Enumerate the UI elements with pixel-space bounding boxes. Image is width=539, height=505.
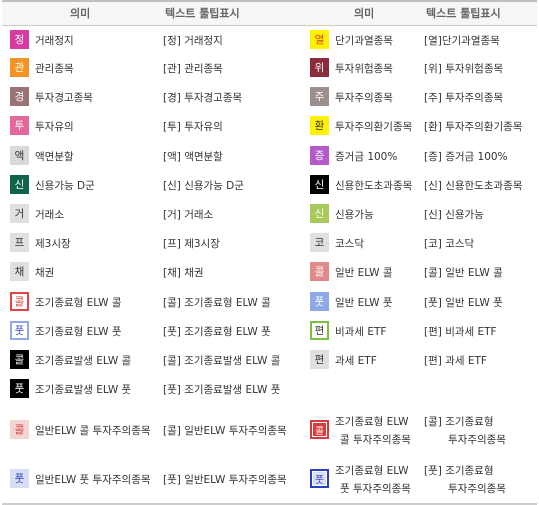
- badge-glyph: 콜: [313, 423, 326, 437]
- meaning-text: 관리종목: [35, 63, 74, 75]
- badge-right-6: 신: [310, 204, 329, 223]
- badge-left-9: 콜: [10, 292, 29, 311]
- badge-right-8: 콜: [310, 262, 329, 281]
- tooltip-text: [채] 채권: [163, 267, 204, 279]
- tooltip-text: [신] 신용가능: [424, 209, 484, 221]
- badge-left-6: 거: [10, 204, 29, 223]
- tooltip-text: [신] 신용한도초과종목: [424, 180, 523, 192]
- tooltip-text: [주] 투자주의종목: [424, 92, 504, 104]
- tooltip-text: [편] 과세 ETF: [424, 355, 487, 367]
- badge-left-13: 콜: [10, 420, 29, 439]
- meaning-text: 투자주의환기종목: [335, 121, 413, 133]
- badge-left-0: 정: [10, 30, 29, 49]
- tooltip-text: [편] 비과세 ETF: [424, 326, 497, 338]
- badge-left-3: 투: [10, 116, 29, 135]
- tooltip-text: [콜] 조기종료발생 ELW 콜: [163, 355, 281, 367]
- meaning-text: 일반ELW 콜 투자주의종목: [35, 425, 151, 437]
- meaning-text: 제3시장: [35, 238, 71, 250]
- table-header: 의미 텍스트 툴팁표시 의미 텍스트 툴팁표시: [2, 0, 537, 26]
- meaning-text: 비과세 ETF: [335, 326, 387, 338]
- badge-right-5: 신: [310, 175, 329, 194]
- badge-left-14: 풋: [10, 469, 29, 488]
- tooltip-text: [풋] 조기종료발생 ELW 풋: [163, 384, 281, 396]
- header-tooltip-2: 텍스트 툴팁표시: [426, 7, 501, 20]
- tooltip-text: [콜] 일반 ELW 콜: [424, 267, 503, 279]
- tooltip-text: [코] 코스닥: [424, 238, 475, 250]
- badge-left-8: 채: [10, 262, 29, 281]
- badge-right-10: 편: [310, 321, 329, 340]
- tooltip-text: [풋] 조기종료형 ELW 풋: [163, 326, 271, 338]
- badge-left-7: 프: [10, 233, 29, 252]
- tooltip-text-line1: [콜] 조기종료형: [424, 416, 494, 428]
- meaning-text: 조기종료발생 ELW 콜: [35, 355, 132, 367]
- badge-left-12: 풋: [10, 379, 29, 398]
- tooltip-text-line1: [풋] 조기종료형: [424, 465, 494, 477]
- meaning-text: 투자경고종목: [35, 92, 93, 104]
- meaning-text: 증거금 100%: [335, 151, 398, 163]
- badge-right-7: 코: [310, 233, 329, 252]
- tooltip-text: [투] 투자유의: [163, 121, 223, 133]
- badge-right-0: 열: [310, 30, 329, 49]
- header-meaning-1: 의미: [70, 7, 91, 20]
- header-meaning-2: 의미: [354, 7, 375, 20]
- badge-left-5: 신: [10, 175, 29, 194]
- badge-right-4: 증: [310, 146, 329, 165]
- meaning-text: 일반 ELW 콜: [335, 267, 393, 279]
- tooltip-text: [경] 투자경고종목: [163, 92, 243, 104]
- meaning-text: 일반ELW 풋 투자주의종목: [35, 474, 151, 486]
- badge-left-11: 콜: [10, 350, 29, 369]
- badge-right-9: 풋: [310, 292, 329, 311]
- meaning-text: 채권: [35, 267, 55, 279]
- meaning-text: 투자주의종목: [335, 92, 393, 104]
- meaning-text: 단기과열종목: [335, 35, 393, 47]
- tooltip-text: [위] 투자위험종목: [424, 63, 504, 75]
- tooltip-text-line2: 투자주의종목: [448, 434, 506, 446]
- badge-left-10: 풋: [10, 321, 29, 340]
- tooltip-text: [정] 거래정지: [163, 35, 223, 47]
- meaning-text: 코스닥: [335, 238, 364, 250]
- meaning-text-line2: 콜 투자주의종목: [340, 434, 411, 446]
- tooltip-text: [열]단기과열종목: [424, 35, 500, 47]
- meaning-text: 신용한도초과종목: [335, 180, 413, 192]
- meaning-text: 조기종료형 ELW 콜: [35, 297, 122, 309]
- tooltip-text: [증] 증거금 100%: [424, 151, 508, 163]
- tooltip-text: [풋] 일반 ELW 풋: [424, 297, 503, 309]
- badge-left-1: 관: [10, 58, 29, 77]
- badge-right-13: 풋: [310, 469, 329, 488]
- meaning-text: 일반 ELW 풋: [335, 297, 393, 309]
- meaning-text-line2: 풋 투자주의종목: [340, 483, 411, 495]
- tooltip-text: [거] 거래소: [163, 209, 214, 221]
- badge-right-11: 편: [310, 350, 329, 369]
- tooltip-text: [신] 신용가능 D군: [163, 180, 244, 192]
- badge-left-4: 액: [10, 146, 29, 165]
- badge-right-12: 콜: [310, 420, 329, 439]
- meaning-text: 조기종료형 ELW 풋: [35, 326, 122, 338]
- meaning-text: 투자유의: [35, 121, 74, 133]
- tooltip-text: [환] 투자주의환기종목: [424, 121, 523, 133]
- legend-table: 의미 텍스트 툴팁표시 의미 텍스트 툴팁표시 정 거래정지 [정] 거래정지관 관리…: [0, 0, 539, 505]
- tooltip-text: [관] 관리종목: [163, 63, 223, 75]
- tooltip-text: [프] 제3시장: [163, 238, 220, 250]
- meaning-text: 투자위험종목: [335, 63, 393, 75]
- badge-right-3: 환: [310, 116, 329, 135]
- meaning-text: 신용가능: [335, 209, 374, 221]
- meaning-text-line1: 조기종료형 ELW: [335, 416, 409, 428]
- badge-glyph: 풋: [313, 472, 326, 486]
- tooltip-text: [콜] 일반ELW 투자주의종목: [163, 425, 287, 437]
- meaning-text: 과세 ETF: [335, 355, 377, 367]
- header-tooltip-1: 텍스트 툴팁표시: [165, 7, 240, 20]
- meaning-text: 신용가능 D군: [35, 180, 95, 192]
- meaning-text: 액면분할: [35, 151, 74, 163]
- tooltip-text: [액] 액면분할: [163, 151, 223, 163]
- tooltip-text: [콜] 조기종료형 ELW 콜: [163, 297, 271, 309]
- badge-right-1: 위: [310, 58, 329, 77]
- badge-right-2: 주: [310, 87, 329, 106]
- meaning-text-line1: 조기종료형 ELW: [335, 465, 409, 477]
- meaning-text: 조기종료발생 ELW 풋: [35, 384, 132, 396]
- tooltip-text-line2: 투자주의종목: [448, 483, 506, 495]
- badge-left-2: 경: [10, 87, 29, 106]
- meaning-text: 거래소: [35, 209, 64, 221]
- meaning-text: 거래정지: [35, 35, 74, 47]
- tooltip-text: [풋] 일반ELW 투자주의종목: [163, 474, 287, 486]
